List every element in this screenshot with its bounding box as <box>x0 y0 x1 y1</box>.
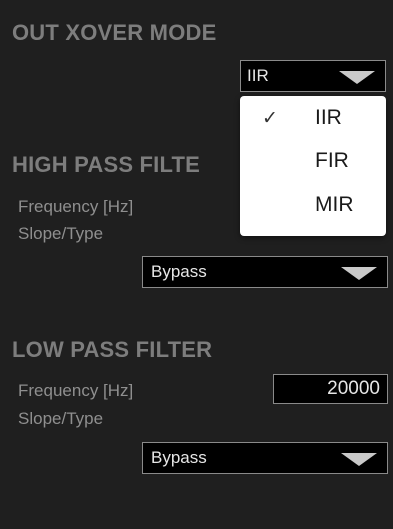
out-xover-mode-title: OUT XOVER MODE <box>12 20 217 45</box>
menu-item-label: MIR <box>315 193 354 216</box>
high-pass-filter-title: HIGH PASS FILTE <box>12 152 200 177</box>
hpf-slope-select[interactable]: Bypass <box>142 256 388 288</box>
filter-settings-panel: OUT XOVER MODE IIR HIGH PASS FILTE Frequ… <box>0 0 393 529</box>
xover-mode-value: IIR <box>247 66 269 85</box>
lpf-slope-label: Slope/Type <box>18 409 104 428</box>
chevron-down-icon[interactable] <box>341 453 377 466</box>
lpf-slope-select[interactable]: Bypass <box>142 442 388 474</box>
lpf-frequency-label: Frequency [Hz] <box>18 381 134 400</box>
menu-item-iir[interactable]: ✓ IIR <box>240 98 386 140</box>
menu-item-fir[interactable]: FIR <box>240 141 386 183</box>
menu-item-label: IIR <box>315 106 342 129</box>
hpf-slope-label: Slope/Type <box>18 224 104 243</box>
checkmark-icon: ✓ <box>262 108 278 129</box>
chevron-down-icon[interactable] <box>339 71 375 84</box>
xover-mode-dropdown-menu: ✓ IIR FIR MIR <box>240 96 386 236</box>
menu-item-mir[interactable]: MIR <box>240 185 386 227</box>
hpf-frequency-label: Frequency [Hz] <box>18 197 134 216</box>
lpf-frequency-input[interactable]: 20000 <box>273 374 388 404</box>
hpf-slope-value: Bypass <box>151 262 207 281</box>
xover-mode-select[interactable]: IIR <box>240 60 386 92</box>
menu-item-label: FIR <box>315 149 349 172</box>
chevron-down-icon[interactable] <box>341 267 377 280</box>
low-pass-filter-title: LOW PASS FILTER <box>12 337 213 362</box>
lpf-slope-value: Bypass <box>151 448 207 467</box>
